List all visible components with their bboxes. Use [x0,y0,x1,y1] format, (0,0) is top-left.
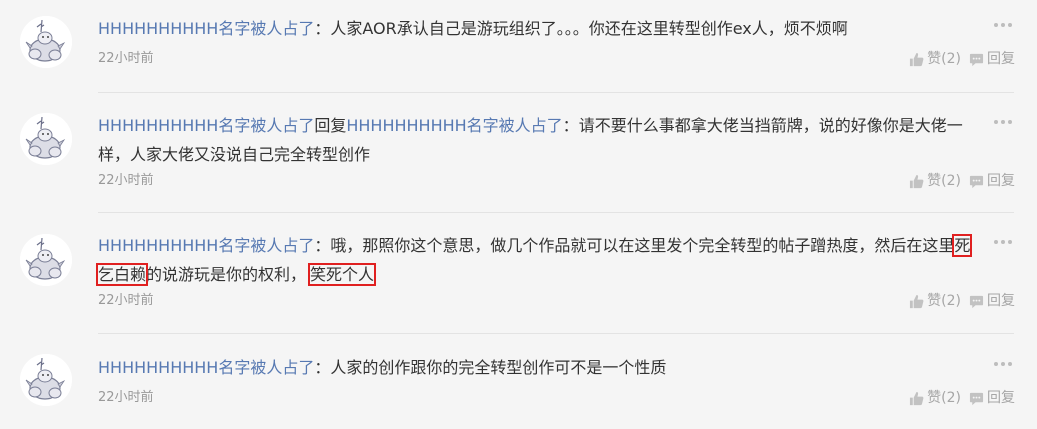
reply-keyword: 回复 [314,116,347,135]
like-button[interactable]: 赞(2) [909,292,961,310]
thumbs-up-icon [909,391,924,406]
comment-bubble-icon [969,174,984,189]
divider [98,333,1014,334]
more-options-icon[interactable] [994,359,1014,369]
comment-actions: 赞(2) 回复 [909,292,1015,310]
comment-time: 22小时前 [98,390,154,405]
avatar[interactable] [20,354,72,406]
comment-bubble-icon [969,391,984,406]
avatar[interactable] [20,113,72,165]
like-button[interactable]: 赞(2) [909,389,961,407]
comment-bubble-icon [969,52,984,67]
reply-button[interactable]: 回复 [969,389,1015,407]
author-colon: ： [314,358,331,377]
reply-label: 回复 [987,293,1015,309]
author-link[interactable]: HHHHHHHHHH名字被人占了 [98,116,314,135]
comment-text: HHHHHHHHHH名字被人占了：人家的创作跟你的完全转型创作可不是一个性质 [98,353,978,382]
comment-body: 哦，那照你这个意思，做几个作品就可以在这里发个完全转型的帖子蹭热度，然后在这里 [330,236,955,255]
author-link[interactable]: HHHHHHHHHH名字被人占了 [98,19,314,38]
comment-text: HHHHHHHHHH名字被人占了：哦，那照你这个意思，做几个作品就可以在这里发个… [95,231,978,289]
more-options-icon[interactable] [994,117,1014,127]
comment-text: HHHHHHHHHH名字被人占了：人家AOR承认自己是游玩组织了。。。你还在这里… [98,14,978,43]
reply-to-link[interactable]: HHHHHHHHHH名字被人占了 [346,116,562,135]
author-link[interactable]: HHHHHHHHHH名字被人占了 [98,358,314,377]
comment-time: 22小时前 [98,173,154,188]
reply-button[interactable]: 回复 [969,172,1015,190]
thumbs-up-icon [909,294,924,309]
more-options-icon[interactable] [994,237,1014,247]
comment-time: 22小时前 [98,293,154,308]
like-button[interactable]: 赞(2) [909,50,961,68]
comment-list: HHHHHHHHHH名字被人占了：人家AOR承认自己是游玩组织了。。。你还在这里… [0,0,1037,429]
more-options-icon[interactable] [994,20,1014,30]
like-count: 赞(2) [927,390,961,406]
author-colon: ： [314,236,331,255]
comment-bubble-icon [969,294,984,309]
thumbs-up-icon [909,174,924,189]
comment-actions: 赞(2) 回复 [909,389,1015,407]
thumbs-up-icon [909,52,924,67]
comment-actions: 赞(2) 回复 [909,50,1015,68]
like-count: 赞(2) [927,51,961,67]
like-count: 赞(2) [927,293,961,309]
comment-text: HHHHHHHHHH名字被人占了回复HHHHHHHHHH名字被人占了：请不要什么… [98,111,978,169]
reply-label: 回复 [987,390,1015,406]
avatar-image [20,16,72,68]
reply-label: 回复 [987,51,1015,67]
author-colon: ： [562,116,579,135]
avatar-image [20,113,72,165]
like-button[interactable]: 赞(2) [909,172,961,190]
author-link[interactable]: HHHHHHHHHH名字被人占了 [98,236,314,255]
reply-button[interactable]: 回复 [969,292,1015,310]
comment-body: 人家AOR承认自己是游玩组织了。。。你还在这里转型创作ex人，烦不烦啊 [330,19,848,38]
highlighted-phrase: 笑死个人 [308,263,377,286]
reply-label: 回复 [987,173,1015,189]
avatar-image [20,234,72,286]
author-colon: ： [314,19,331,38]
comment-body: 人家的创作跟你的完全转型创作可不是一个性质 [330,358,667,377]
comment-body-continued: 的说游玩是你的权利， [146,265,307,284]
divider [98,212,1014,213]
reply-button[interactable]: 回复 [969,50,1015,68]
like-count: 赞(2) [927,173,961,189]
avatar[interactable] [20,234,72,286]
avatar[interactable] [20,16,72,68]
divider [98,92,1014,93]
comment-time: 22小时前 [98,51,154,66]
avatar-image [20,354,72,406]
comment-actions: 赞(2) 回复 [909,172,1015,190]
